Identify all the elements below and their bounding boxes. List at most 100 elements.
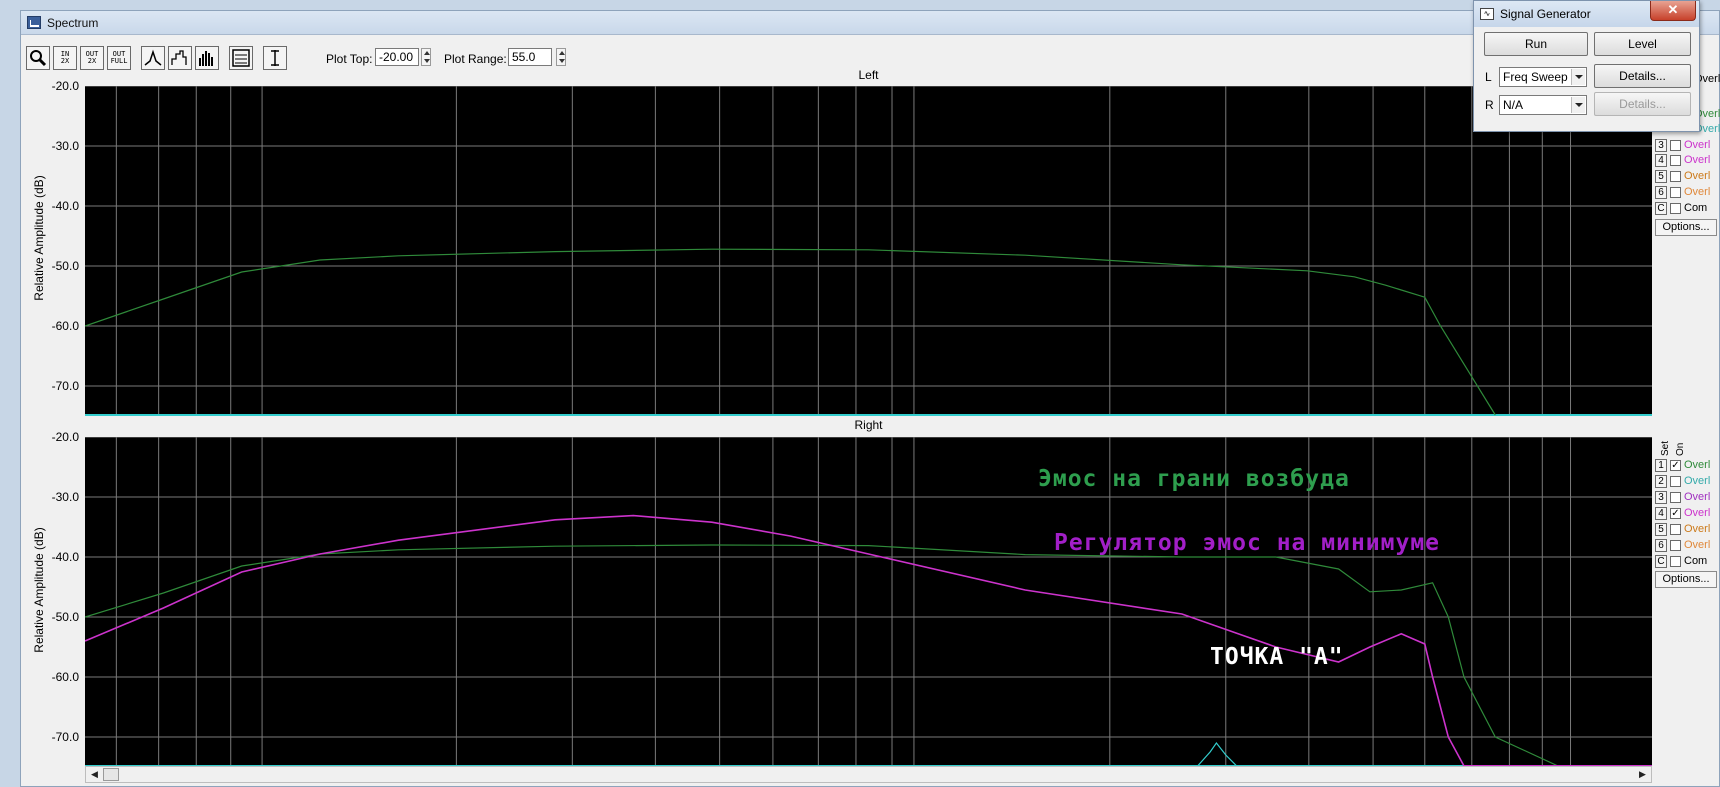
chevron-down-icon <box>1571 69 1585 85</box>
plot-top-input[interactable] <box>375 48 419 66</box>
overlay-number[interactable]: 4 <box>1655 154 1667 167</box>
zoom-out-2x-icon: OUT 2X <box>85 50 99 65</box>
overlay-number[interactable]: 6 <box>1655 186 1667 199</box>
zoom-out-2x-button[interactable]: OUT 2X <box>80 46 104 70</box>
right-spectrum-plot[interactable] <box>85 437 1652 767</box>
overlay-number[interactable]: 5 <box>1655 523 1667 536</box>
line-mode-button[interactable] <box>141 46 165 70</box>
overlay-row[interactable]: C Com <box>1655 202 1720 216</box>
overlay-number[interactable]: 6 <box>1655 539 1667 552</box>
zoom-in-2x-icon: IN 2X <box>60 50 70 65</box>
overlay-checkbox-checked[interactable]: ✓ <box>1670 508 1681 519</box>
overlay-checkbox[interactable] <box>1670 524 1681 535</box>
left-y-axis-title: Relative Amplitude (dB) <box>32 175 46 301</box>
plot-range-spinner[interactable] <box>556 48 566 66</box>
zoom-in-2x-button[interactable]: IN 2X <box>53 46 77 70</box>
magnifier-icon <box>30 50 47 67</box>
signal-generator-window: ∿ Signal Generator ✕ Run Level L Freq Sw… <box>1473 0 1700 132</box>
left-y-tick: -70.0 <box>51 379 79 393</box>
overlay-row[interactable]: C Com <box>1655 555 1720 569</box>
overlay-label: Overl <box>1684 539 1711 551</box>
overlay-checkbox[interactable] <box>1670 556 1681 567</box>
right-channel-select[interactable]: N/A <box>1499 95 1587 115</box>
options-button-right[interactable]: Options... <box>1655 571 1717 588</box>
signal-generator-titlebar[interactable]: ∿ Signal Generator ✕ <box>1474 1 1699 27</box>
overlay-checkbox[interactable] <box>1670 171 1681 182</box>
overlay-number[interactable]: 4 <box>1655 507 1667 520</box>
options-button-left[interactable]: Options... <box>1655 219 1717 236</box>
overlay-row[interactable]: 5 Overl <box>1655 170 1720 184</box>
run-button[interactable]: Run <box>1484 32 1588 56</box>
close-button[interactable]: ✕ <box>1650 1 1696 21</box>
left-y-tick: -60.0 <box>51 319 79 333</box>
overlay-panel-right: Set On 1 ✓ Overl 2 Overl 3 Overl 4 ✓ Ove… <box>1655 436 1720 596</box>
spectrum-titlebar[interactable]: Spectrum <box>21 11 1719 35</box>
right-y-tick: -50.0 <box>51 610 79 624</box>
app-root: Spectrum IN 2X OUT 2X OUT FULL Plot Top:… <box>0 0 1720 787</box>
overlay-row[interactable]: 6 Overl <box>1655 539 1720 553</box>
overlay-checkbox[interactable] <box>1670 155 1681 166</box>
overlay-number[interactable]: 3 <box>1655 139 1667 152</box>
horizontal-scrollbar[interactable]: ◀ ▶ <box>85 766 1652 783</box>
overlay-number[interactable]: C <box>1655 555 1667 568</box>
left-channel-value: Freq Sweep <box>1503 70 1568 84</box>
zoom-button[interactable] <box>26 46 50 70</box>
overlay-label: Overl <box>1684 139 1711 151</box>
signal-generator-title: Signal Generator <box>1500 7 1591 21</box>
plot-top-spinner[interactable] <box>421 48 431 66</box>
overlay-row[interactable]: 1 ✓ Overl <box>1655 459 1720 473</box>
overlay-number[interactable]: 2 <box>1655 475 1667 488</box>
overlay-checkbox[interactable] <box>1670 476 1681 487</box>
overlay-number[interactable]: 1 <box>1655 459 1667 472</box>
zoom-out-full-icon: OUT FULL <box>110 50 128 65</box>
right-y-tick: -60.0 <box>51 670 79 684</box>
overlay-row[interactable]: 3 Overl <box>1655 139 1720 153</box>
overlay-label: Overl <box>1684 170 1711 182</box>
overlay-checkbox[interactable] <box>1670 203 1681 214</box>
step-mode-button[interactable] <box>168 46 192 70</box>
level-button[interactable]: Level <box>1594 32 1691 56</box>
overlay-label: Overl <box>1684 459 1711 471</box>
overlay-row[interactable]: 6 Overl <box>1655 186 1720 200</box>
set-column-label: Set <box>1660 440 1671 456</box>
line-graph-icon <box>144 49 162 66</box>
spectrum-app-icon <box>27 16 41 29</box>
overlay-row[interactable]: 5 Overl <box>1655 523 1720 537</box>
scroll-left-arrow-icon[interactable]: ◀ <box>86 767 103 782</box>
overlay-number[interactable]: C <box>1655 202 1667 215</box>
right-annotation-edge: Эмос на грани возбуда <box>1038 466 1350 492</box>
right-annotation-minimum: Регулятор эмос на минимуме <box>1054 530 1441 556</box>
right-y-axis-title: Relative Amplitude (dB) <box>32 527 46 653</box>
toolbar: IN2X OUT2X OUTFULL Plot Top: Plot Range: <box>21 37 1719 71</box>
on-column-label: On <box>1675 442 1686 456</box>
overlay-checkbox[interactable] <box>1670 492 1681 503</box>
left-details-button[interactable]: Details... <box>1594 64 1691 88</box>
bar-graph-icon <box>199 51 213 66</box>
right-annotation-point-a: ТОЧКА "А" <box>1210 644 1344 670</box>
left-plot-grid <box>85 86 1652 416</box>
zoom-out-full-button[interactable]: OUT FULL <box>107 46 131 70</box>
left-channel-select[interactable]: Freq Sweep <box>1499 67 1587 87</box>
left-spectrum-plot[interactable] <box>85 86 1652 416</box>
left-y-tick: -50.0 <box>51 259 79 273</box>
plot-range-input[interactable] <box>508 48 552 66</box>
scroll-right-arrow-icon[interactable]: ▶ <box>1634 767 1651 782</box>
overlay-row[interactable]: 4 ✓ Overl <box>1655 507 1720 521</box>
overlay-checkbox[interactable] <box>1670 540 1681 551</box>
left-channel-label: L <box>1485 70 1492 84</box>
overlay-checkbox[interactable] <box>1670 187 1681 198</box>
right-y-tick: -70.0 <box>51 730 79 744</box>
overlay-number[interactable]: 5 <box>1655 170 1667 183</box>
overlay-checkbox-checked[interactable]: ✓ <box>1670 460 1681 471</box>
overlay-row[interactable]: 2 Overl <box>1655 475 1720 489</box>
scale-button[interactable] <box>263 46 287 70</box>
overlay-row[interactable]: 4 Overl <box>1655 154 1720 168</box>
overlay-checkbox[interactable] <box>1670 140 1681 151</box>
bar-mode-button[interactable] <box>195 46 219 70</box>
left-annotation-reference: Эталон-вход эмос <box>1018 158 1256 184</box>
right-y-tick: -30.0 <box>51 490 79 504</box>
scroll-thumb[interactable] <box>103 768 119 781</box>
overlay-row[interactable]: 3 Overl <box>1655 491 1720 505</box>
settings-panel-button[interactable] <box>229 46 253 70</box>
overlay-number[interactable]: 3 <box>1655 491 1667 504</box>
